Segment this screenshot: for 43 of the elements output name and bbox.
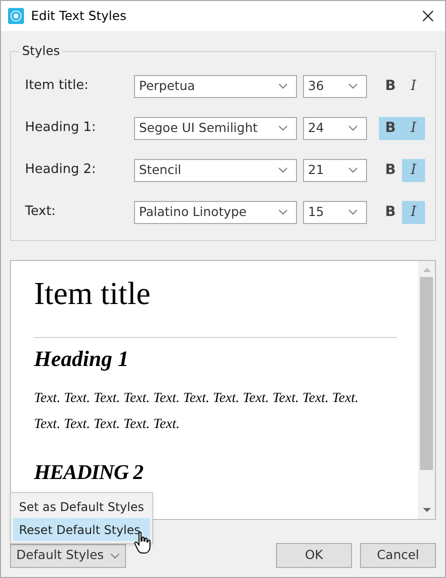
style-label: Heading 2: xyxy=(25,161,97,180)
chevron-down-icon xyxy=(348,167,358,173)
style-label: Heading 1: xyxy=(25,119,97,138)
bold-toggle[interactable]: B xyxy=(379,158,402,182)
style-label: Text: xyxy=(25,203,57,222)
chevron-down-icon xyxy=(348,83,358,89)
italic-toggle[interactable]: I xyxy=(402,74,425,98)
close-icon[interactable] xyxy=(422,10,434,22)
chevron-down-icon xyxy=(348,209,358,215)
font-dropdown[interactable]: Perpetua xyxy=(134,74,297,98)
font-dropdown[interactable]: Segoe UI Semilight xyxy=(134,116,297,140)
size-dropdown[interactable]: 24 xyxy=(303,116,367,140)
font-dropdown[interactable]: Palatino Linotype xyxy=(134,200,297,224)
font-dropdown[interactable]: Stencil xyxy=(134,158,297,182)
italic-toggle[interactable]: I xyxy=(402,116,425,140)
preview-title: Item title xyxy=(34,274,152,313)
chevron-down-icon xyxy=(278,209,288,215)
bold-toggle[interactable]: B xyxy=(379,74,402,98)
preview-heading: HEADING 2 xyxy=(34,459,144,486)
preview-heading: Heading 1 xyxy=(34,345,130,373)
chevron-down-icon xyxy=(110,552,120,558)
chevron-down-icon xyxy=(278,125,288,131)
preview-paragraph: Text. Text. Text. Text. Text. Text. Text. Text. Text. Text. Text. Text. Text. Text. Text. Text. xyxy=(34,390,360,434)
window-title: Edit Text Styles xyxy=(31,6,126,25)
menu-item[interactable]: Set as Default Styles xyxy=(13,495,150,518)
menu-item[interactable]: Reset Default Styles xyxy=(13,518,150,541)
size-dropdown[interactable]: 36 xyxy=(303,74,367,98)
chevron-down-icon xyxy=(278,83,288,89)
scroll-down-arrow-icon[interactable] xyxy=(422,508,430,513)
cancel-button[interactable]: Cancel xyxy=(360,543,436,568)
size-dropdown[interactable]: 15 xyxy=(303,200,367,224)
ok-button[interactable]: OK xyxy=(276,543,352,568)
bold-toggle[interactable]: B xyxy=(379,200,402,224)
app-icon xyxy=(8,8,24,24)
chevron-down-icon xyxy=(278,167,288,173)
default-styles-button[interactable]: Default Styles xyxy=(10,544,126,568)
italic-toggle[interactable]: I xyxy=(402,158,425,182)
chevron-down-icon xyxy=(348,125,358,131)
scrollbar[interactable] xyxy=(418,261,435,519)
style-label: Item title: xyxy=(25,77,90,96)
size-dropdown[interactable]: 21 xyxy=(303,158,367,182)
italic-toggle[interactable]: I xyxy=(402,200,425,224)
bold-toggle[interactable]: B xyxy=(379,116,402,140)
